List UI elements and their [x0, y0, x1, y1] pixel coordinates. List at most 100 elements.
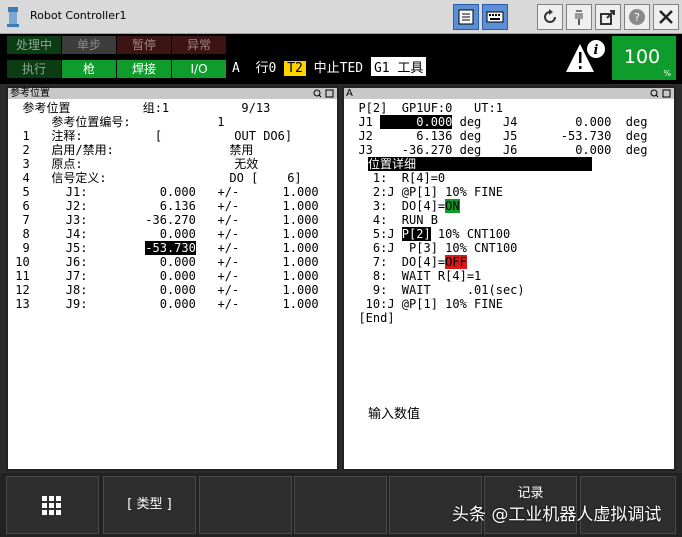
- program-line[interactable]: 7: DO[4]=OFF: [344, 255, 467, 269]
- lamp-io: I/O: [172, 60, 226, 78]
- panel-title: A: [346, 88, 353, 99]
- type-button[interactable]: [ 类型 ]: [103, 476, 196, 534]
- status-line: A 行0 T2 中止TED G1 工具: [232, 57, 427, 76]
- list-item[interactable]: 13 J9: 0.000 +/- 1.000: [8, 297, 318, 311]
- program-line[interactable]: 6:J P[3] 10% CNT100: [344, 241, 518, 255]
- program-line[interactable]: 4: RUN B: [344, 213, 438, 227]
- lamp-busy: 处理中: [7, 36, 61, 54]
- ref-number-line[interactable]: 参考位置编号: 1: [8, 115, 224, 129]
- list-item[interactable]: 6 J2: 6.136 +/- 1.000: [8, 199, 318, 213]
- help-button[interactable]: ?: [624, 4, 650, 30]
- list-item[interactable]: 11 J7: 0.000 +/- 1.000: [8, 269, 318, 283]
- lamp-step: 单步: [62, 36, 116, 54]
- program-line[interactable]: 3: DO[4]=ON: [344, 199, 460, 213]
- list-view-icon: [458, 9, 474, 25]
- joint-value-cursor[interactable]: 0.000: [380, 115, 453, 129]
- program-text: 10% CNT100: [430, 227, 511, 241]
- joint-value[interactable]: 6.136: [380, 129, 452, 143]
- program-end: [End]: [344, 311, 395, 325]
- svg-text:?: ?: [634, 11, 640, 24]
- grid-icon: [42, 496, 61, 515]
- alarm-info-icon[interactable]: i: [564, 38, 608, 76]
- panel-title: 参考位置: [10, 88, 50, 99]
- pin-button[interactable]: [566, 4, 592, 30]
- export-button[interactable]: [595, 4, 621, 30]
- mode-badge: T2: [284, 61, 306, 76]
- program-line[interactable]: 2:J @P[1] 10% FINE: [344, 185, 503, 199]
- program-text: 3: DO[4]=: [344, 199, 446, 213]
- list-item[interactable]: 1 注释: [ OUT DO6]: [8, 129, 292, 143]
- lamp-gun: 枪: [62, 60, 116, 78]
- do-on-badge: ON: [445, 199, 460, 213]
- joint-row: J3 -36.270 deg J6 0.000 deg: [344, 143, 647, 157]
- lamp-run: 执行: [7, 60, 61, 78]
- zoom-icon[interactable]: [313, 89, 335, 98]
- lamp-hold: 暂停: [117, 36, 171, 54]
- position-header: P[2] GP1UF:0 UT:1: [344, 101, 503, 115]
- joint-label: J3: [344, 143, 381, 157]
- lamp-weld: 焊接: [117, 60, 171, 78]
- list-item[interactable]: 12 J8: 0.000 +/- 1.000: [8, 283, 318, 297]
- window-title: Robot Controller1: [30, 9, 127, 22]
- program-line[interactable]: 9: WAIT .01(sec): [344, 283, 525, 297]
- status-state: 中止TED: [313, 61, 364, 76]
- program-line[interactable]: 1: R[4]=0: [344, 171, 445, 185]
- title-bar: Robot Controller1 ?: [0, 0, 682, 34]
- close-button[interactable]: [653, 4, 679, 30]
- current-point-cursor[interactable]: P[2]: [401, 227, 431, 241]
- panel-header: 参考位置: [8, 88, 337, 99]
- f3-button[interactable]: [294, 476, 387, 534]
- svg-text:i: i: [594, 43, 599, 58]
- row-tail: +/- 1.000: [195, 241, 319, 255]
- program-text: 5:J: [344, 227, 402, 241]
- list-item[interactable]: 3 原点: 无效: [8, 157, 258, 171]
- list-item[interactable]: 2 启用/禁用: 禁用: [8, 143, 253, 157]
- pin-icon: [575, 10, 583, 25]
- status-prefix: A 行0: [232, 61, 277, 76]
- joint-label: J1: [344, 115, 381, 129]
- speed-override[interactable]: 100 %: [612, 36, 676, 80]
- speed-value: 100: [623, 46, 661, 68]
- close-icon: [659, 10, 673, 24]
- row-label: 9 J5:: [8, 241, 146, 255]
- input-prompt: 输入数值: [368, 407, 421, 422]
- program-panel: A P[2] GP1UF:0 UT:1 J1 0.000 deg J4 0.00…: [342, 86, 676, 471]
- ref-header-line: 参考位置 组:1 9/13: [8, 101, 271, 115]
- joint-value[interactable]: -36.270: [380, 143, 453, 157]
- zoom-icon[interactable]: [650, 89, 672, 98]
- program-line[interactable]: 10:J @P[1] 10% FINE: [344, 297, 503, 311]
- program-text: 7: DO[4]=: [344, 255, 446, 269]
- robot-controller-icon: [7, 7, 19, 27]
- joint-row: J2 6.136 deg J5 -53.730 deg: [344, 129, 647, 143]
- record-label: 记录: [517, 486, 544, 501]
- selected-value-cursor[interactable]: -53.730: [145, 241, 196, 255]
- joint-tail: deg J5 -53.730 deg: [452, 129, 648, 143]
- panel-header: A: [344, 88, 674, 99]
- f2-button[interactable]: [199, 476, 292, 534]
- keyboard-button[interactable]: [482, 4, 508, 30]
- refresh-icon: [544, 9, 556, 23]
- joint-tail: deg J6 0.000 deg: [452, 143, 648, 157]
- list-item[interactable]: 5 J1: 0.000 +/- 1.000: [8, 185, 318, 199]
- teach-pendant-view-button[interactable]: [453, 4, 479, 30]
- list-item[interactable]: 4 信号定义: DO [ 6]: [8, 171, 301, 185]
- help-icon: ?: [629, 9, 645, 25]
- refresh-button[interactable]: [537, 4, 563, 30]
- export-icon: [600, 10, 615, 25]
- list-item[interactable]: 8 J4: 0.000 +/- 1.000: [8, 227, 318, 241]
- menu-button[interactable]: [6, 476, 99, 534]
- list-item[interactable]: 7 J3: -36.270 +/- 1.000: [8, 213, 318, 227]
- list-item[interactable]: 10 J6: 0.000 +/- 1.000: [8, 255, 318, 269]
- program-line[interactable]: 5:J P[2] 10% CNT100: [344, 227, 510, 241]
- program-line[interactable]: 8: WAIT R[4]=1: [344, 269, 481, 283]
- frame-badge: G1 工具: [370, 57, 427, 76]
- joint-row: J1 0.000 deg J4 0.000 deg: [344, 115, 647, 129]
- lamp-fault: 异常: [172, 36, 226, 54]
- joint-label: J2: [344, 129, 381, 143]
- keyboard-icon: [486, 11, 504, 23]
- joint-tail: deg J4 0.000 deg: [452, 115, 648, 129]
- list-item[interactable]: 9 J5: -53.730 +/- 1.000: [8, 241, 319, 255]
- speed-unit: %: [663, 69, 671, 78]
- reference-position-panel: 参考位置 参考位置 组:1 9/13 参考位置编号: 1 1 注释: [ OUT…: [6, 86, 339, 471]
- watermark: 头条 @工业机器人虚拟调试: [452, 505, 662, 525]
